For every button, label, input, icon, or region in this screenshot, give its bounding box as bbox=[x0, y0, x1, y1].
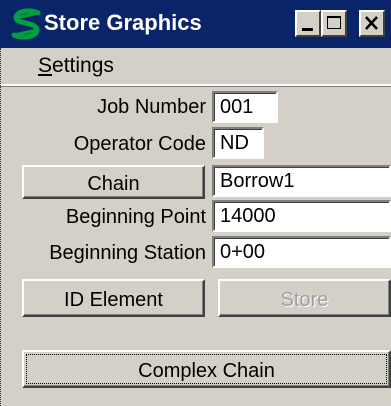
minimize-icon bbox=[302, 28, 313, 31]
chain-button-label: Chain bbox=[87, 173, 140, 195]
store-button[interactable]: Store bbox=[218, 279, 391, 317]
job-number-label: Job Number bbox=[97, 96, 206, 118]
beginning-point-label: Beginning Point bbox=[65, 206, 206, 228]
complex-chain-button[interactable]: Complex Chain bbox=[22, 350, 391, 388]
left-edge-divider bbox=[0, 48, 3, 406]
store-label: Store bbox=[280, 289, 329, 311]
complex-chain-label: Complex Chain bbox=[138, 360, 275, 382]
close-button[interactable] bbox=[359, 10, 385, 37]
operator-code-label: Operator Code bbox=[73, 133, 206, 155]
id-element-label: ID Element bbox=[64, 289, 163, 311]
chain-field[interactable]: Borrow1 bbox=[212, 165, 391, 197]
close-icon bbox=[365, 16, 378, 30]
maximize-icon bbox=[327, 16, 341, 29]
beginning-station-label: Beginning Station bbox=[49, 242, 206, 264]
menu-settings[interactable]: Settings bbox=[38, 52, 114, 80]
title-bar[interactable]: Store Graphics bbox=[0, 0, 391, 48]
beginning-station-field[interactable]: 0+00 bbox=[212, 236, 391, 268]
beginning-point-field[interactable]: 14000 bbox=[212, 200, 391, 232]
minimize-button[interactable] bbox=[295, 10, 321, 37]
operator-code-field[interactable]: ND bbox=[212, 127, 264, 159]
chain-button[interactable]: Chain bbox=[22, 165, 205, 199]
app-icon bbox=[10, 7, 44, 41]
menu-settings-accelerator: S bbox=[38, 54, 53, 77]
id-element-button[interactable]: ID Element bbox=[22, 279, 205, 317]
job-number-field[interactable]: 001 bbox=[212, 91, 278, 123]
menu-bar: Settings bbox=[0, 48, 391, 86]
maximize-button[interactable] bbox=[321, 10, 347, 37]
store-graphics-window: Store Graphics Settings Job Number 001 O… bbox=[0, 0, 391, 406]
menu-settings-label: ettings bbox=[52, 54, 114, 77]
window-title: Store Graphics bbox=[44, 10, 202, 35]
